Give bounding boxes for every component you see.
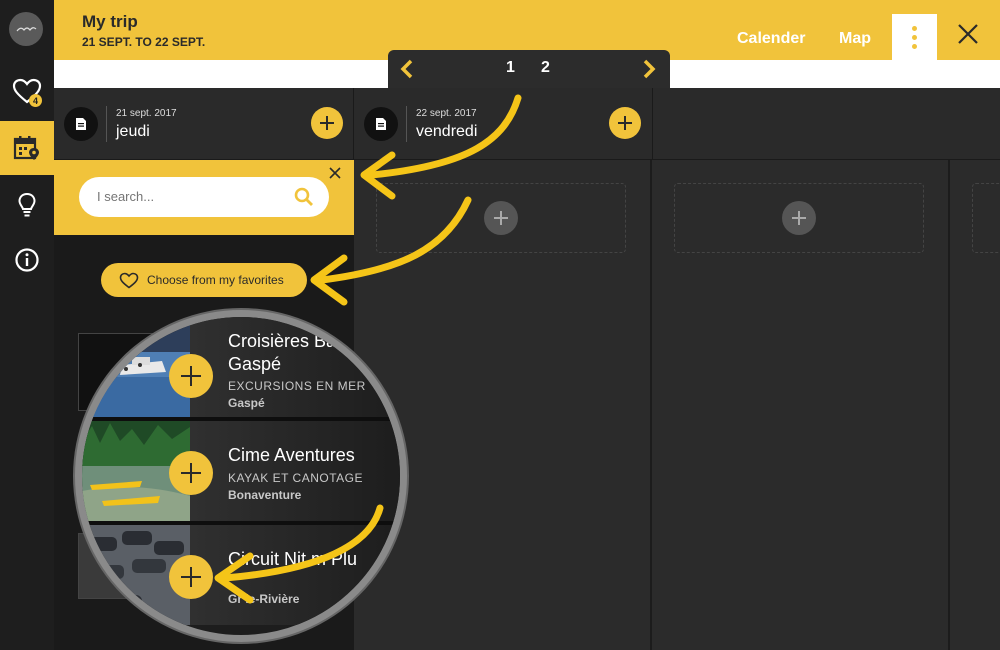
add-activity-plus[interactable] (169, 555, 213, 599)
heart-outline-icon (119, 272, 139, 289)
add-slot-button[interactable] (484, 201, 518, 235)
calendar-pin-icon (13, 136, 39, 160)
more-menu-button[interactable] (892, 14, 937, 60)
page-1[interactable]: 1 (506, 59, 515, 77)
magnifier-zoom: Croisières Ba Gaspé EXCURSIONS EN MER Ga… (75, 310, 407, 642)
day-header-1: 21 sept. 2017 jeudi (54, 88, 354, 160)
add-slot-button[interactable] (782, 201, 816, 235)
page-2[interactable]: 2 (541, 59, 550, 77)
day-pager: 1 2 (388, 50, 670, 88)
map-link[interactable]: Map (839, 30, 871, 48)
chevron-left-icon[interactable] (400, 59, 414, 79)
info-icon (15, 248, 39, 272)
logo-mark-icon (16, 27, 37, 32)
activity-name: Cime Aventures (228, 445, 355, 465)
calendar-link[interactable]: Calender (737, 30, 805, 48)
menu-dot (912, 43, 917, 49)
close-icon[interactable] (956, 22, 980, 46)
plus-icon (792, 211, 806, 225)
day-header-empty (653, 88, 1000, 160)
day-column-2 (652, 160, 950, 650)
search-bar (54, 160, 354, 235)
activity-card[interactable]: Circuit Nit m Plu Gr le-Rivière (82, 525, 400, 625)
add-activity-plus[interactable] (169, 354, 213, 398)
favorites-nav-button[interactable]: 4 (0, 64, 54, 118)
activity-card[interactable]: Cime Aventures KAYAK ET CANOTAGE Bonaven… (82, 421, 400, 521)
day-header-2: 22 sept. 2017 vendredi (354, 88, 653, 160)
plus-icon (181, 463, 201, 483)
activity-name: Croisières Ba (228, 331, 337, 351)
day-date: 22 sept. 2017 (416, 108, 477, 119)
plus-icon (181, 366, 201, 386)
day-notes-button[interactable] (64, 107, 98, 141)
activity-card[interactable]: Croisières Ba Gaspé EXCURSIONS EN MER Ga… (82, 317, 400, 417)
activity-category: KAYAK ET CANOTAGE (228, 471, 363, 485)
document-icon (376, 118, 386, 130)
day-notes-button[interactable] (364, 107, 398, 141)
day-column-3 (950, 160, 1000, 650)
activity-name-line2: Gaspé (228, 354, 282, 374)
document-icon (76, 118, 86, 130)
search-icon[interactable] (294, 187, 314, 207)
activity-location: Gr le-Rivière (228, 592, 300, 606)
add-activity-plus[interactable] (169, 451, 213, 495)
ideas-nav-button[interactable] (0, 178, 54, 232)
empty-slot[interactable] (674, 183, 924, 253)
lightbulb-icon (18, 192, 36, 217)
activity-name: Circuit Nit m Plu (228, 549, 358, 569)
empty-slot[interactable] (972, 183, 1000, 253)
trip-dates: 21 SEPT. TO 22 SEPT. (82, 35, 206, 49)
search-input[interactable] (79, 177, 329, 217)
menu-dot (912, 25, 917, 31)
divider (406, 106, 407, 142)
plus-icon (320, 116, 334, 130)
activity-location: Bonaventure (228, 488, 302, 502)
add-activity-button[interactable] (311, 107, 343, 139)
page-title: My trip (82, 12, 138, 31)
app: 4 My trip 21 SEPT. TO 22 SEPT. Calender … (0, 0, 1000, 650)
plus-icon (494, 211, 508, 225)
empty-slot[interactable] (376, 183, 626, 253)
calendar-nav-button[interactable] (0, 121, 54, 175)
activity-category: EXCURSIONS EN MER (228, 379, 366, 393)
activity-card-body (190, 525, 400, 625)
logo[interactable] (9, 12, 43, 46)
choose-favorites-button[interactable]: Choose from my favorites (101, 263, 307, 297)
divider (106, 106, 107, 142)
day-date: 21 sept. 2017 (116, 108, 177, 119)
day-name: vendredi (416, 123, 478, 140)
plus-icon (618, 116, 632, 130)
chevron-right-icon[interactable] (642, 59, 656, 79)
add-activity-button[interactable] (609, 107, 641, 139)
close-panel-icon[interactable] (328, 166, 342, 180)
favorites-count-badge: 4 (29, 94, 42, 107)
menu-dot (912, 34, 917, 40)
activity-location: Gaspé (228, 396, 265, 410)
info-nav-button[interactable] (0, 233, 54, 287)
choose-favorites-label: Choose from my favorites (147, 273, 284, 287)
left-rail: 4 (0, 0, 54, 650)
day-name: jeudi (116, 123, 150, 140)
plus-icon (181, 567, 201, 587)
